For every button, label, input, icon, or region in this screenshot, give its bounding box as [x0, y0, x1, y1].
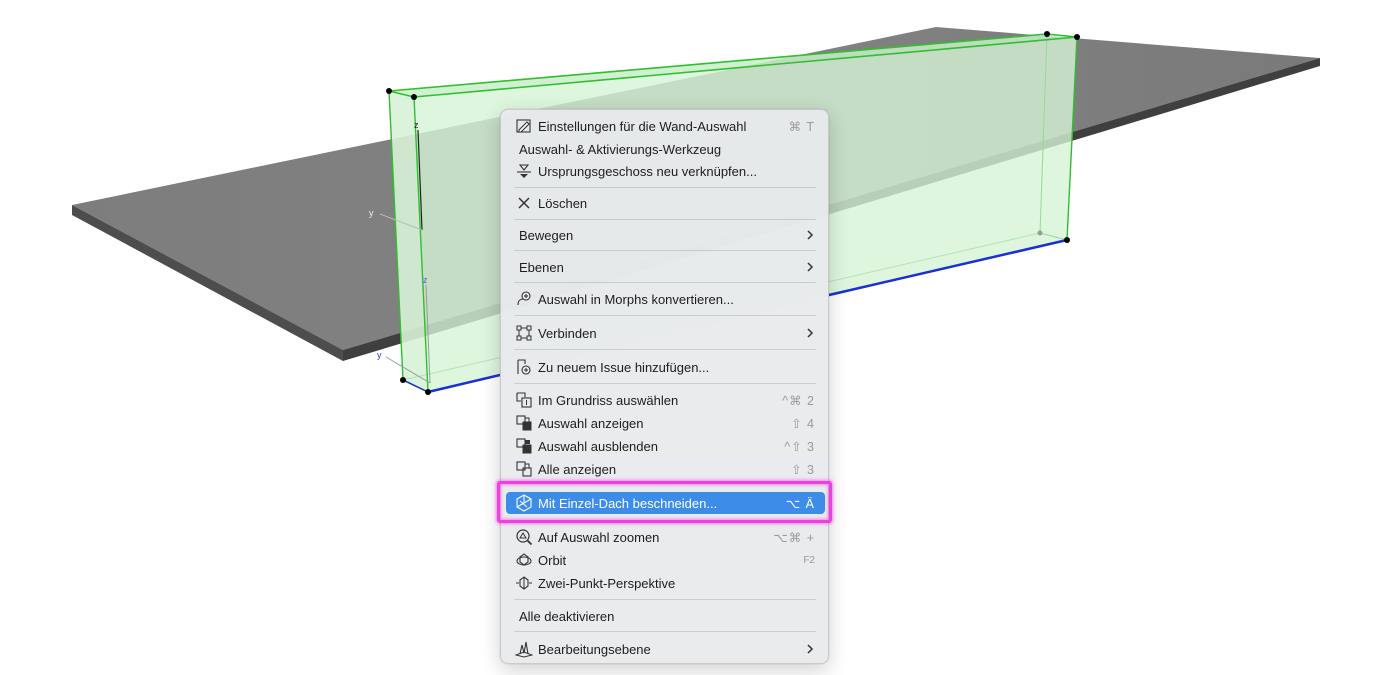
show-all-icon [514, 460, 534, 478]
menu-item-hide-selection[interactable]: Auswahl ausblenden ^⇧ 3 [506, 435, 825, 457]
menu-item-label: Auswahl anzeigen [538, 415, 644, 431]
menu-separator [514, 187, 816, 188]
wall-handle-dot[interactable] [1074, 34, 1080, 40]
context-menu: Einstellungen für die Wand-Auswahl ⌘ T A… [500, 109, 829, 664]
menu-separator [514, 599, 816, 600]
menu-item-move[interactable]: Bewegen [506, 224, 825, 246]
menu-item-label: Alle anzeigen [538, 461, 617, 477]
menu-item-shortcut: ^⌘ 2 [782, 393, 815, 408]
axis-label-y: y [369, 208, 374, 218]
editing-plane-icon [514, 640, 534, 658]
menu-item-label: Zwei-Punkt-Perspektive [538, 575, 676, 591]
menu-item-add-issue[interactable]: Zu neuem Issue hinzufügen... [506, 356, 825, 378]
menu-item-layers[interactable]: Ebenen [506, 256, 825, 278]
wall-hidden-handle-dot [1037, 230, 1043, 236]
menu-item-label: Verbinden [538, 325, 597, 341]
zoom-selection-icon [514, 528, 534, 546]
menu-item-convert-morphs[interactable]: Auswahl in Morphs konvertieren... [506, 288, 825, 310]
two-point-perspective-icon [514, 574, 534, 592]
menu-item-relink-story[interactable]: Ursprungsgeschoss neu verknüpfen... [506, 160, 825, 182]
wall-handle-dot[interactable] [1044, 31, 1050, 37]
menu-item-label: Bearbeitungsebene [538, 641, 651, 657]
wall-handle-dot[interactable] [386, 88, 392, 94]
axis-label-z: z [414, 120, 419, 130]
menu-item-shortcut: ⌘ T [788, 119, 815, 134]
menu-separator [514, 250, 816, 251]
wall-handle-dot[interactable] [425, 389, 431, 395]
menu-item-connect[interactable]: Verbinden [506, 322, 825, 344]
menu-item-label: Einstellungen für die Wand-Auswahl [538, 118, 747, 134]
menu-item-orbit[interactable]: Orbit F2 [506, 549, 825, 571]
menu-item-select-in-floorplan[interactable]: Im Grundriss auswählen ^⌘ 2 [506, 389, 825, 411]
menu-item-selection-tool[interactable]: Auswahl- & Aktivierungs-Werkzeug [506, 138, 825, 160]
menu-item-label: Bewegen [519, 227, 574, 243]
annotation-highlight-frame [497, 481, 832, 523]
menu-separator [514, 315, 816, 316]
menu-item-label: Auswahl- & Aktivierungs-Werkzeug [519, 141, 722, 157]
menu-item-shortcut: ⇧ 3 [791, 462, 815, 477]
wall-handle-dot[interactable] [1064, 237, 1070, 243]
menu-separator [514, 631, 816, 632]
axis-label-y: y [377, 350, 382, 360]
menu-item-show-selection[interactable]: Auswahl anzeigen ⇧ 4 [506, 412, 825, 434]
menu-item-label: Ebenen [519, 259, 564, 275]
menu-separator [514, 349, 816, 350]
menu-item-editing-plane[interactable]: Bearbeitungsebene [506, 638, 825, 660]
floorplan-select-icon [514, 391, 534, 409]
menu-item-shortcut: F2 [803, 554, 815, 566]
issue-add-icon [514, 358, 534, 376]
menu-item-shortcut: ⇧ 4 [791, 416, 815, 431]
menu-item-shortcut: ⌥⌘ + [773, 530, 815, 545]
menu-separator [514, 282, 816, 283]
morph-convert-icon [514, 290, 534, 308]
menu-item-wall-settings[interactable]: Einstellungen für die Wand-Auswahl ⌘ T [506, 115, 825, 137]
menu-item-label: Im Grundriss auswählen [538, 392, 679, 408]
wall-handle-dot[interactable] [411, 94, 417, 100]
menu-separator [514, 219, 816, 220]
menu-item-label: Auf Auswahl zoomen [538, 529, 660, 545]
chevron-right-icon [805, 229, 815, 241]
menu-item-zoom-to-selection[interactable]: Auf Auswahl zoomen ⌥⌘ + [506, 526, 825, 548]
wall-handle-dot[interactable] [400, 377, 406, 383]
menu-item-label: Orbit [538, 552, 567, 568]
chevron-right-icon [805, 261, 815, 273]
menu-item-delete[interactable]: Löschen [506, 192, 825, 214]
menu-item-deactivate-all[interactable]: Alle deaktivieren [506, 605, 825, 627]
hide-selection-icon [514, 437, 534, 455]
menu-item-label: Auswahl ausblenden [538, 438, 658, 454]
delete-x-icon [514, 194, 534, 212]
story-link-icon [514, 162, 534, 180]
connect-icon [514, 324, 534, 342]
menu-item-shortcut: ^⇧ 3 [784, 439, 815, 454]
menu-item-label: Auswahl in Morphs konvertieren... [538, 291, 734, 307]
show-selection-icon [514, 414, 534, 432]
orbit-icon [514, 551, 534, 569]
settings-pen-icon [514, 117, 534, 135]
menu-item-label: Zu neuem Issue hinzufügen... [538, 359, 710, 375]
menu-item-two-point-perspective[interactable]: Zwei-Punkt-Perspektive [506, 572, 825, 594]
chevron-right-icon [805, 327, 815, 339]
axis-label-z: z [423, 275, 428, 285]
menu-item-label: Alle deaktivieren [519, 608, 615, 624]
chevron-right-icon [805, 643, 815, 655]
menu-item-label: Ursprungsgeschoss neu verknüpfen... [538, 163, 757, 179]
menu-separator [514, 383, 816, 384]
menu-item-show-all[interactable]: Alle anzeigen ⇧ 3 [506, 458, 825, 480]
menu-item-label: Löschen [538, 195, 588, 211]
